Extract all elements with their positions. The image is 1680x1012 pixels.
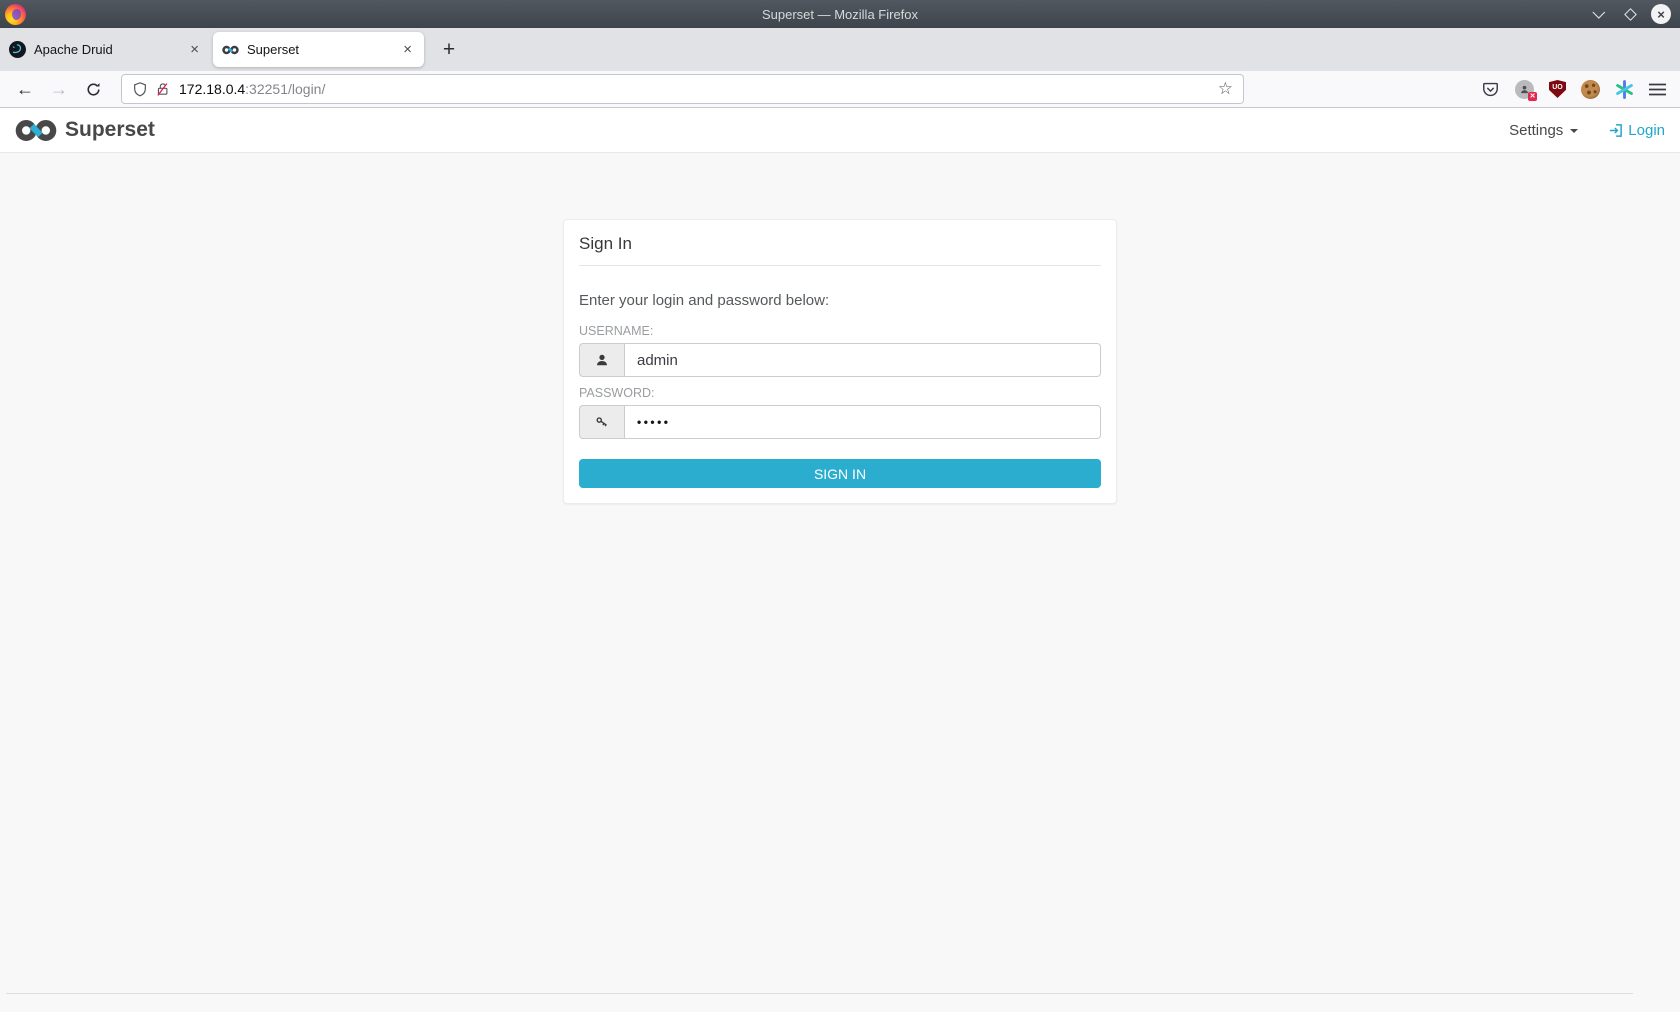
minimize-button[interactable] xyxy=(1589,4,1609,24)
url-bar[interactable]: 172.18.0.4:32251/login/ ☆ xyxy=(121,74,1244,104)
reload-button[interactable] xyxy=(78,75,108,103)
browser-toolbar: ← → 172.18.0.4:32251/login/ ☆ ✕ UO xyxy=(0,71,1680,108)
sign-in-card: Sign In Enter your login and password be… xyxy=(563,219,1117,504)
back-button[interactable]: ← xyxy=(10,75,40,103)
password-input-group xyxy=(579,405,1101,439)
hamburger-menu-icon[interactable] xyxy=(1649,83,1666,96)
caret-down-icon xyxy=(1570,129,1578,133)
sign-in-arrow-icon xyxy=(1608,123,1623,138)
diamond-icon xyxy=(1624,8,1637,21)
sign-in-form: Enter your login and password below: USE… xyxy=(564,292,1116,503)
window-controls: × xyxy=(1589,4,1671,24)
superset-brand[interactable]: Superset xyxy=(15,118,155,142)
instruction-text: Enter your login and password below: xyxy=(579,292,1101,309)
settings-menu[interactable]: Settings xyxy=(1509,122,1578,139)
tab-superset[interactable]: Superset × xyxy=(213,32,424,67)
superset-navbar: Superset Settings Login xyxy=(0,108,1680,153)
tab-label: Apache Druid xyxy=(34,42,187,57)
lock-slash-icon[interactable] xyxy=(155,81,170,98)
bookmark-star-icon[interactable]: ☆ xyxy=(1218,79,1233,99)
footer-divider xyxy=(6,993,1633,994)
tab-strip: Apache Druid × Superset × + xyxy=(0,28,1680,71)
extension-disabled-icon[interactable]: ✕ xyxy=(1515,80,1534,99)
tab-label: Superset xyxy=(247,42,400,57)
new-tab-button[interactable]: + xyxy=(436,38,462,62)
url-path: :32251/login/ xyxy=(245,81,325,97)
username-input-group xyxy=(579,343,1101,377)
key-icon xyxy=(579,405,624,439)
firefox-icon xyxy=(5,4,26,25)
settings-label: Settings xyxy=(1509,122,1563,139)
login-label: Login xyxy=(1628,122,1665,139)
window-titlebar: Superset — Mozilla Firefox × xyxy=(0,0,1680,28)
reload-icon xyxy=(86,82,101,97)
url-text[interactable]: 172.18.0.4:32251/login/ xyxy=(179,81,1218,97)
tab-close-icon[interactable]: × xyxy=(187,41,202,58)
maximize-button[interactable] xyxy=(1620,4,1640,24)
close-window-button[interactable]: × xyxy=(1651,4,1671,24)
chevron-down-icon xyxy=(1592,6,1605,19)
cookie-extension-icon[interactable] xyxy=(1581,80,1600,99)
password-input[interactable] xyxy=(624,405,1101,439)
shield-icon[interactable] xyxy=(132,81,148,98)
card-title: Sign In xyxy=(579,220,1101,266)
user-icon xyxy=(579,343,624,377)
forward-button[interactable]: → xyxy=(44,75,74,103)
tab-apache-druid[interactable]: Apache Druid × xyxy=(0,32,211,67)
navbar-right: Settings Login xyxy=(1509,122,1665,139)
superset-favicon-icon xyxy=(222,41,239,58)
password-label: PASSWORD: xyxy=(579,386,1101,400)
sign-in-button[interactable]: SIGN IN xyxy=(579,459,1101,488)
toolbar-extension-area: ✕ UO xyxy=(1481,80,1670,99)
username-label: USERNAME: xyxy=(579,324,1101,338)
firefox-window: Superset — Mozilla Firefox × Apache Drui… xyxy=(0,0,1680,1012)
close-icon: × xyxy=(1657,8,1665,21)
login-link[interactable]: Login xyxy=(1608,122,1665,139)
pocket-icon[interactable] xyxy=(1481,80,1500,99)
brand-title: Superset xyxy=(65,118,155,142)
username-input[interactable] xyxy=(624,343,1101,377)
ublock-origin-icon[interactable]: UO xyxy=(1549,80,1566,98)
asterisk-extension-icon[interactable] xyxy=(1615,80,1634,99)
window-title: Superset — Mozilla Firefox xyxy=(0,7,1680,22)
superset-logo-icon xyxy=(15,119,57,142)
tab-close-icon[interactable]: × xyxy=(400,41,415,58)
badge-x-icon: ✕ xyxy=(1528,92,1537,101)
druid-favicon-icon xyxy=(9,41,26,58)
page-content: Sign In Enter your login and password be… xyxy=(0,153,1680,1012)
url-host: 172.18.0.4 xyxy=(179,81,245,97)
